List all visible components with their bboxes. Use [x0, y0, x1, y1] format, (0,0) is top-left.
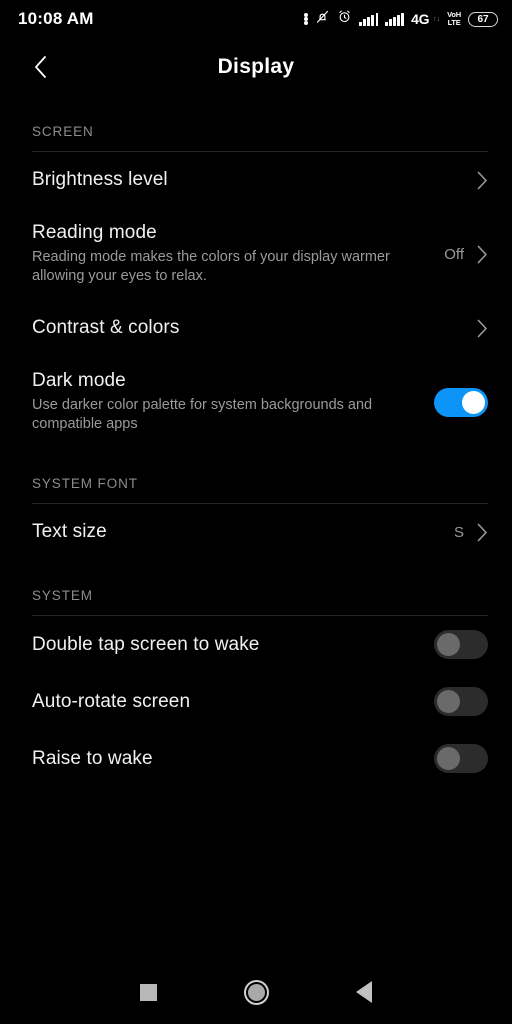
row-value: S [453, 523, 464, 541]
toggle-knob [437, 747, 460, 770]
section-header-screen: SCREEN [32, 124, 94, 139]
navigation-bar [0, 960, 512, 1024]
notification-muted-icon [315, 9, 330, 29]
toggle-raise-to-wake[interactable] [434, 744, 488, 773]
toggle-knob [462, 390, 485, 414]
home-circle-icon[interactable] [243, 979, 269, 1005]
row-title: Text size [32, 521, 107, 542]
app-header: Display [0, 38, 512, 96]
row-title: Reading mode [32, 222, 157, 243]
row-subtitle: Reading mode makes the colors of your di… [32, 249, 390, 284]
network-type-label: 4G [411, 11, 430, 27]
setting-row-reading-mode[interactable]: Reading mode Reading mode makes the colo… [0, 208, 512, 300]
row-subtitle: Use darker color palette for system back… [32, 397, 373, 432]
page-title: Display [217, 55, 295, 78]
status-bar: 10:08 AM 4G ↑↓ VoH LTE 67 [0, 0, 512, 38]
settings-list: SCREEN Brightness level Reading mode Rea… [0, 124, 512, 787]
signal-bars-icon [385, 12, 405, 26]
row-texts: Text size [32, 521, 454, 543]
chevron-left-icon [35, 56, 46, 78]
volte-icon: VoH LTE [447, 11, 461, 27]
status-icons: 4G ↑↓ VoH LTE 67 [304, 9, 498, 29]
back-button[interactable] [24, 50, 58, 84]
row-title: Contrast & colors [32, 317, 180, 338]
setting-row-contrast-and-colors[interactable]: Contrast & colors [0, 300, 512, 356]
back-triangle-icon[interactable] [356, 981, 373, 1003]
toggle-auto-rotate-screen[interactable] [434, 687, 488, 716]
chevron-right-icon [476, 245, 488, 264]
recents-square-icon[interactable] [139, 983, 157, 1001]
row-value: Off [444, 245, 464, 263]
more-dots-icon [304, 13, 309, 25]
volte-bottom: LTE [447, 18, 461, 27]
row-title: Auto-rotate screen [32, 690, 191, 712]
setting-row-dark-mode[interactable]: Dark mode Use darker color palette for s… [0, 356, 512, 448]
setting-row-raise-to-wake[interactable]: Raise to wake [0, 730, 512, 787]
toggle-knob [437, 633, 460, 656]
row-texts: Dark mode Use darker color palette for s… [32, 370, 434, 434]
status-time: 10:08 AM [18, 9, 94, 28]
setting-row-double-tap-to-wake[interactable]: Double tap screen to wake [0, 616, 512, 673]
setting-row-text-size[interactable]: Text size S [0, 504, 512, 560]
phone-screen: 10:08 AM 4G ↑↓ VoH LTE 67 Display SCREEN… [0, 0, 512, 1024]
toggle-double-tap-to-wake[interactable] [434, 630, 488, 659]
row-title: Dark mode [32, 370, 126, 391]
section-header-system: SYSTEM [32, 588, 93, 603]
chevron-right-icon [476, 523, 488, 542]
row-texts: Contrast & colors [32, 317, 476, 339]
row-title: Raise to wake [32, 747, 153, 769]
signal-bars-icon [359, 12, 379, 26]
alarm-icon [337, 9, 352, 29]
setting-row-auto-rotate-screen[interactable]: Auto-rotate screen [0, 673, 512, 730]
chevron-right-icon [476, 171, 488, 190]
section-header-system-font: SYSTEM FONT [32, 476, 138, 491]
setting-row-brightness-level[interactable]: Brightness level [0, 152, 512, 208]
row-texts: Double tap screen to wake [32, 634, 434, 656]
row-texts: Auto-rotate screen [32, 691, 434, 713]
row-title: Double tap screen to wake [32, 633, 260, 655]
battery-icon: 67 [468, 11, 498, 27]
toggle-dark-mode[interactable] [434, 387, 488, 417]
toggle-knob [437, 690, 460, 713]
row-title: Brightness level [32, 169, 168, 190]
data-arrows-icon: ↑↓ [433, 15, 441, 23]
row-texts: Brightness level [32, 169, 476, 191]
row-texts: Reading mode Reading mode makes the colo… [32, 222, 444, 286]
chevron-right-icon [476, 319, 488, 338]
row-texts: Raise to wake [32, 748, 434, 770]
